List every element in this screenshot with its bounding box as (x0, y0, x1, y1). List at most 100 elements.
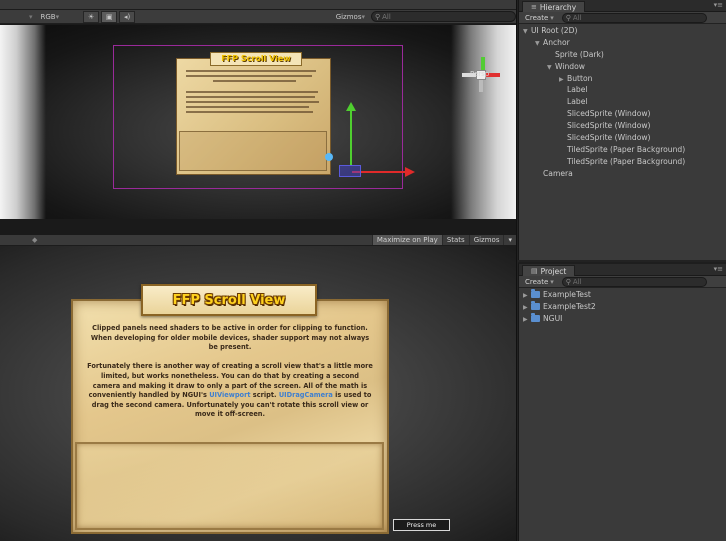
scene-toolbar: ▾ RGB ☀ ▣ ◂) Gizmos ⚲ All (0, 10, 516, 24)
hierarchy-item[interactable]: Camera (519, 168, 726, 180)
stats-toggle[interactable]: Stats (441, 235, 469, 245)
hierarchy-toolbar: Create ⚲ All (519, 12, 726, 24)
project-folder-label: ExampleTest2 (543, 301, 596, 311)
tab-hierarchy[interactable]: ≡ Hierarchy (522, 1, 586, 12)
toolbar-grip: ▾ (29, 12, 33, 21)
window-title: FFP Scroll View (172, 292, 286, 308)
scene-scroll-area (179, 131, 327, 171)
toolbar-spacer (63, 10, 81, 24)
search-placeholder: All (572, 277, 582, 286)
scene-window-text (186, 70, 323, 120)
move-gizmo-center[interactable] (339, 165, 361, 177)
scene-light-left (0, 25, 46, 219)
image-icon: ▣ (105, 12, 113, 21)
move-gizmo-y-axis[interactable] (350, 105, 352, 165)
hierarchy-item[interactable]: SlicedSprite (Window) (519, 132, 726, 144)
folder-icon (531, 312, 540, 322)
hierarchy-item-label: Sprite (Dark) (555, 49, 604, 59)
uiviewport-link: UIViewport (209, 391, 251, 400)
scene-window-title: FFP Scroll View (210, 52, 302, 66)
hierarchy-item-label: Label (567, 85, 588, 95)
game-viewport: FFP Scroll View Clipped panels need shad… (0, 246, 516, 541)
hierarchy-item[interactable]: ▼ UI Root (2D) (519, 25, 726, 37)
hierarchy-panel: ≡ Hierarchy ▾≡ Create ⚲ All ▼UI Root (2D… (518, 0, 726, 260)
axis-neg-y-cone[interactable] (479, 80, 483, 92)
hierarchy-item-label: Anchor (543, 37, 570, 47)
uidragcamera-link: UIDragCamera (278, 391, 333, 400)
hierarchy-item[interactable]: SlicedSprite (Window) (519, 120, 726, 132)
hierarchy-item-label: SlicedSprite (Window) (567, 109, 651, 119)
window-body-text: Clipped panels need shaders to be active… (87, 324, 373, 430)
tab-project[interactable]: ▤ Project (522, 265, 576, 276)
scene-audio-toggle[interactable]: ◂) (119, 10, 136, 23)
hierarchy-create-button[interactable]: Create (521, 13, 558, 23)
hierarchy-item-label: SlicedSprite (Window) (567, 121, 651, 131)
move-gizmo-y-arrow[interactable] (346, 102, 356, 111)
project-folder-item[interactable]: ▶ NGUI (519, 312, 726, 326)
scroll-view-area[interactable] (75, 442, 384, 530)
folder-icon (531, 289, 540, 298)
project-folder-label: ExampleTest (543, 290, 591, 299)
maximize-on-play-toggle[interactable]: Maximize on Play (371, 235, 442, 245)
game-panel: ◆ Maximize on Play Stats Gizmos ▾ FFP Sc… (0, 235, 517, 541)
hierarchy-item-label: TiledSprite (Paper Background) (567, 144, 686, 154)
hierarchy-item[interactable]: ▼ Window (519, 61, 726, 73)
axis-y-cone[interactable] (481, 57, 485, 70)
project-folder-item[interactable]: ▶ ExampleTest (519, 289, 726, 301)
move-gizmo-x-arrow[interactable] (405, 167, 415, 177)
hierarchy-item-label: TiledSprite (Paper Background) (567, 156, 686, 166)
hierarchy-icon: ≡ (531, 3, 537, 11)
audio-icon: ◂) (124, 12, 131, 21)
hierarchy-item[interactable]: TiledSprite (Paper Background) (519, 156, 726, 168)
scene-light-right (451, 25, 516, 219)
tab-hierarchy-label: Hierarchy (539, 2, 577, 12)
project-panel: ▤ Project ▾≡ Create ⚲ All ▶ExampleTest▶E… (518, 262, 726, 541)
search-placeholder: All (572, 13, 582, 22)
title-banner: FFP Scroll View (141, 284, 317, 316)
hierarchy-item[interactable]: Label (519, 96, 726, 108)
panel-menu-icon[interactable]: ▾≡ (714, 265, 723, 273)
hierarchy-tree: ▼ UI Root (2D) ▼ Anchor Sprite (Dark) ▼ Window… (519, 24, 726, 180)
hierarchy-item[interactable]: ▶ Button (519, 73, 726, 85)
hierarchy-item-label: Camera (543, 168, 573, 178)
chevron-down-icon[interactable]: ▾ (503, 235, 516, 245)
shading-mode-dropdown[interactable]: RGB (37, 10, 64, 24)
game-toolbar: ◆ Maximize on Play Stats Gizmos ▾ (0, 235, 516, 246)
hierarchy-tab-bar: ≡ Hierarchy ▾≡ (519, 0, 726, 12)
scene-gizmos-dropdown[interactable]: Gizmos (332, 10, 369, 24)
move-gizmo-handle[interactable] (325, 153, 333, 161)
hierarchy-item[interactable]: Sprite (Dark) (519, 49, 726, 61)
hierarchy-search-input[interactable]: ⚲ All (561, 12, 707, 23)
scene-2d-toggle[interactable]: ▣ (101, 10, 118, 23)
chevron-right-icon[interactable]: ▶ (523, 314, 531, 326)
hierarchy-item-label: Label (567, 97, 588, 107)
project-folder-item[interactable]: ▶ ExampleTest2 (519, 300, 726, 313)
project-toolbar: Create ⚲ All (519, 276, 726, 288)
press-me-button[interactable]: Press me (393, 519, 450, 531)
hierarchy-item[interactable]: Label (519, 84, 726, 96)
hierarchy-item[interactable]: TiledSprite (Paper Background) (519, 144, 726, 156)
project-search-input[interactable]: ⚲ All (561, 276, 707, 287)
body-text-run: script. (250, 391, 279, 400)
search-icon: ⚲ (375, 12, 381, 21)
toolbar-grip: ◆ (32, 236, 38, 244)
panel-menu-icon[interactable]: ▾≡ (714, 1, 723, 9)
hierarchy-item-label: Window (555, 61, 585, 71)
scene-lighting-toggle[interactable]: ☀ (83, 10, 100, 23)
scene-tab-strip (0, 0, 516, 10)
hierarchy-item-label: Button (567, 73, 593, 83)
scene-viewport[interactable]: FFP Scroll View Persp (0, 25, 516, 219)
project-folder-label: NGUI (543, 313, 563, 323)
project-folder-tree: ▶ ExampleTest ▶ ExampleTest2 ▶ NGUI (519, 288, 726, 325)
hierarchy-item[interactable]: ▼ Anchor (519, 37, 726, 49)
scene-search-input[interactable]: ⚲ All (371, 11, 516, 22)
game-gizmos-toggle[interactable]: Gizmos (468, 235, 504, 245)
scene-panel: ▾ RGB ☀ ▣ ◂) Gizmos ⚲ All FFP Scroll Vie… (0, 0, 517, 235)
hierarchy-item[interactable]: SlicedSprite (Window) (519, 108, 726, 120)
project-create-button[interactable]: Create (521, 277, 558, 287)
hierarchy-item-label: SlicedSprite (Window) (567, 133, 651, 143)
folder-icon (531, 300, 540, 310)
persp-label[interactable]: Persp (470, 70, 489, 78)
project-tab-bar: ▤ Project ▾≡ (519, 264, 726, 276)
body-paragraph-2: Fortunately there is another way of crea… (87, 362, 373, 420)
